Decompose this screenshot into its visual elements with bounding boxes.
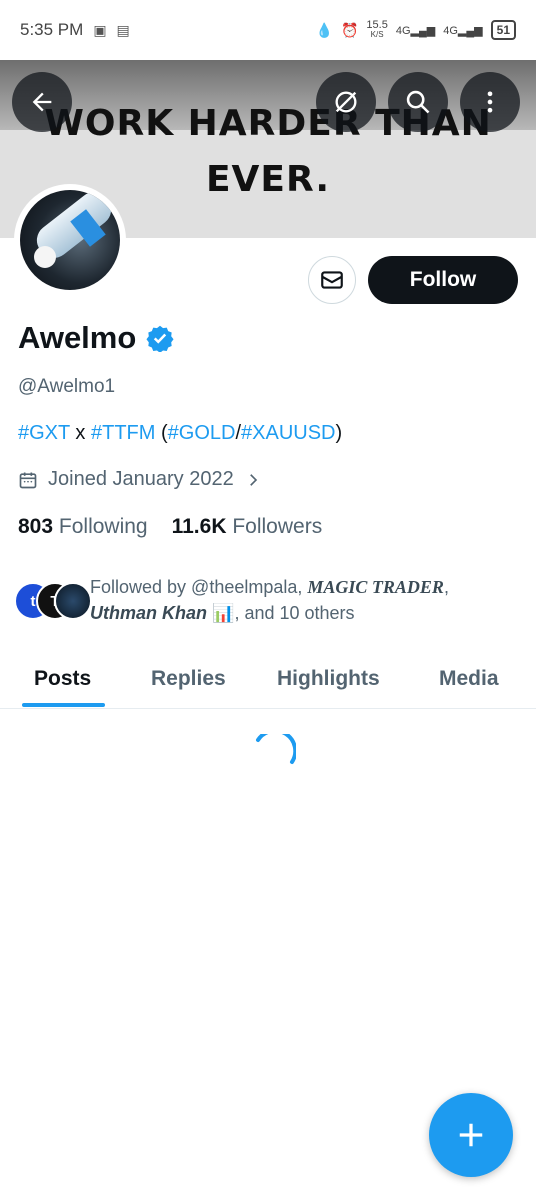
alarm-icon: ⏰ (340, 21, 359, 38)
follow-button[interactable]: Follow (368, 256, 518, 304)
followed-by-prefix: Followed by @theelmpala, (90, 577, 308, 597)
more-options-button[interactable] (460, 72, 520, 132)
following-label: Following (58, 515, 148, 538)
status-right: 💧 ⏰ 15.5 K/S 4G▂▄▆ 4G▂▄▆ 51 (316, 20, 516, 40)
bio-text-close: ) (335, 422, 343, 444)
signal-1: 4G▂▄▆ (396, 24, 435, 37)
grok-icon (335, 91, 357, 113)
more-vertical-icon (487, 91, 493, 113)
following-link[interactable]: 803 Following (18, 515, 148, 539)
app-notification-icon: ▤ (116, 21, 130, 38)
follower-avatar-1-letter: t (30, 592, 36, 610)
follow-counts: 803 Following 11.6K Followers (18, 515, 322, 539)
following-count: 803 (18, 515, 54, 538)
signal-1-label: 4G (395, 24, 411, 37)
tab-replies[interactable]: Replies (151, 650, 226, 708)
followed-by-row[interactable]: t T Followed by @theelmpala, MAGIC TRADE… (14, 574, 524, 634)
mail-icon (321, 271, 343, 289)
hashtag-gold[interactable]: #GOLD (168, 422, 236, 444)
followed-by-user-3: Uthman Khan (90, 603, 207, 623)
hashtag-gxt[interactable]: #GXT (18, 422, 70, 444)
plus-icon (459, 1123, 483, 1147)
message-button[interactable] (308, 256, 356, 304)
tab-highlights[interactable]: Highlights (277, 650, 380, 708)
signal-2: 4G▂▄▆ (443, 24, 482, 37)
hashtag-ttfm[interactable]: #TTFM (91, 422, 155, 444)
tab-posts[interactable]: Posts (34, 650, 91, 708)
battery-icon: 51 (490, 20, 516, 40)
joined-date: Joined January 2022 (48, 468, 234, 490)
followed-by-text: Followed by @theelmpala, MAGIC TRADER, U… (90, 574, 520, 626)
followers-link[interactable]: 11.6K Followers (172, 515, 323, 539)
status-time: 5:35 PM (20, 20, 84, 39)
follower-avatar-3 (54, 582, 92, 620)
signal-2-label: 4G (443, 24, 458, 37)
profile-bio: #GXT x #TTFM (#GOLD/#XAUUSD) (18, 422, 342, 445)
followers-count: 11.6K (171, 515, 227, 538)
verified-badge-icon[interactable] (146, 324, 174, 352)
chart-emoji-icon: 📊 (212, 603, 235, 623)
status-left: 5:35 PM ▣ ▤ (20, 20, 130, 40)
profile-name: Awelmo (18, 320, 137, 355)
followed-by-suffix: , and 10 others (234, 603, 355, 623)
followed-by-comma: , (443, 577, 449, 597)
avatar-image (20, 190, 120, 290)
chevron-right-icon (249, 473, 257, 486)
back-button[interactable] (12, 72, 72, 132)
bio-text-open: ( (155, 422, 168, 444)
back-arrow-icon (32, 92, 52, 112)
signal-bars-icon-2: ▂▄▆ (457, 24, 483, 37)
followed-by-user-2: MAGIC TRADER (307, 577, 444, 597)
hashtag-xauusd[interactable]: #XAUUSD (241, 422, 335, 444)
data-saver-icon: 💧 (315, 21, 333, 38)
battery-level: 51 (496, 23, 510, 37)
active-tab-indicator (22, 703, 105, 707)
search-button[interactable] (388, 72, 448, 132)
network-speed-unit: K/S (370, 30, 384, 39)
banner-line-1: WORK HARDER THAN (44, 103, 492, 144)
profile-handle: @Awelmo1 (18, 376, 116, 397)
joined-row[interactable]: Joined January 2022 (18, 468, 262, 491)
status-bar: 5:35 PM ▣ ▤ 💧 ⏰ 15.5 K/S 4G▂▄▆ 4G▂▄▆ 51 (0, 0, 536, 60)
network-speed: 15.5 K/S (366, 20, 387, 40)
search-icon (406, 90, 430, 114)
signal-bars-icon: ▂▄▆ (410, 24, 436, 37)
avatar[interactable] (14, 184, 126, 296)
profile-name-row: Awelmo (18, 320, 174, 356)
profile-tabs: Posts Replies Highlights Media (0, 650, 536, 709)
avatar-bottle-cap (34, 246, 56, 268)
calendar-icon (19, 472, 37, 488)
grok-button[interactable] (316, 72, 376, 132)
loading-spinner-icon (256, 734, 296, 764)
compose-button[interactable] (429, 1093, 513, 1177)
followers-label: Followers (232, 515, 323, 538)
facebook-notification-icon: ▣ (93, 21, 107, 38)
bio-text-x: x (69, 422, 91, 444)
tab-media[interactable]: Media (439, 650, 499, 708)
network-speed-value: 15.5 (366, 19, 388, 31)
